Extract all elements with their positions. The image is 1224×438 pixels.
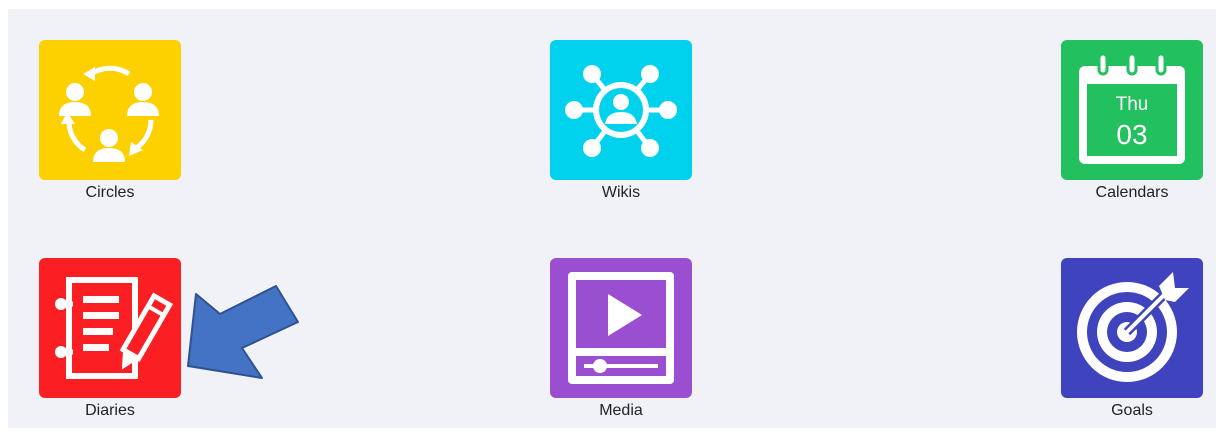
diary-icon (39, 258, 181, 398)
app-label: Media (599, 402, 643, 419)
calendar-icon: Thu 03 (1061, 40, 1203, 180)
media-play-icon (550, 258, 692, 398)
circles-icon (39, 40, 181, 180)
wikis-icon (550, 40, 692, 180)
app-label: Calendars (1095, 184, 1169, 201)
app-tile-circles[interactable]: Circles (30, 40, 190, 220)
app-tile-goals[interactable]: Goals (1052, 258, 1212, 438)
app-tile-calendars[interactable]: Thu 03 Calendars (1052, 40, 1212, 220)
calendar-date: 03 (1116, 119, 1147, 150)
calendar-day: Thu (1116, 94, 1149, 115)
pointer-arrow-icon (187, 285, 299, 379)
app-label: Diaries (85, 402, 135, 419)
app-label: Circles (85, 184, 135, 201)
app-tile-wikis[interactable]: Wikis (541, 40, 701, 220)
app-label: Wikis (601, 184, 641, 201)
app-label: Goals (1111, 402, 1153, 419)
app-tile-media[interactable]: Media (541, 258, 701, 438)
app-tile-diaries[interactable]: Diaries (30, 258, 190, 438)
target-icon (1061, 258, 1203, 398)
